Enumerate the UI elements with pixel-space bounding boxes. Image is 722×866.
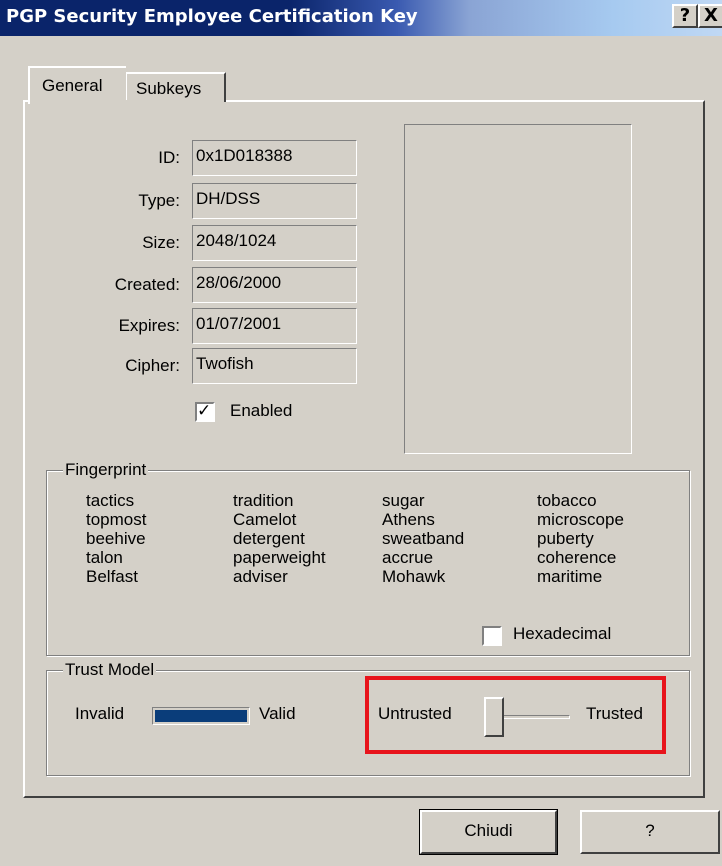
close-button[interactable]: Chiudi [419, 809, 558, 855]
fingerprint-word: puberty [537, 529, 594, 548]
title-bar[interactable]: PGP Security Employee Certification Key … [0, 0, 722, 36]
created-value[interactable]: 28/06/2000 [192, 267, 357, 303]
id-value[interactable]: 0x1D018388 [192, 140, 357, 176]
tab-join [126, 100, 128, 104]
fingerprint-word: coherence [537, 548, 617, 567]
fingerprint-word: adviser [233, 567, 288, 586]
fingerprint-word: detergent [233, 529, 305, 548]
type-value[interactable]: DH/DSS [192, 183, 357, 219]
expires-label: Expires: [118, 316, 180, 335]
size-value[interactable]: 2048/1024 [192, 225, 357, 261]
size-label: Size: [142, 233, 180, 252]
validity-invalid-label: Invalid [75, 704, 125, 723]
fingerprint-word: sweatband [382, 529, 465, 548]
fingerprint-word: accrue [382, 548, 434, 567]
fingerprint-word: paperweight [233, 548, 326, 567]
fingerprint-word: maritime [537, 567, 603, 586]
validity-bar [152, 707, 250, 725]
tab-general-label: General [42, 76, 103, 95]
expires-value[interactable]: 01/07/2001 [192, 308, 357, 344]
fingerprint-word: microscope [537, 510, 624, 529]
cipher-label: Cipher: [125, 356, 180, 375]
fingerprint-column: tradition Camelot detergent paperweight … [233, 491, 326, 586]
photo-id-area [404, 124, 632, 454]
validity-bar-fill [155, 710, 247, 722]
trust-model-title: Trust Model [63, 660, 157, 680]
fingerprint-word: tradition [233, 491, 294, 510]
fingerprint-column: tactics topmost beehive talon Belfast [86, 491, 146, 586]
type-label: Type: [138, 191, 180, 210]
fingerprint-word: topmost [86, 510, 147, 529]
fingerprint-word: beehive [86, 529, 146, 548]
enabled-label: Enabled [230, 401, 293, 420]
window-title: PGP Security Employee Certification Key [6, 6, 418, 27]
fingerprint-word: tactics [86, 491, 135, 510]
fingerprint-title: Fingerprint [63, 460, 149, 480]
tab-general[interactable]: General [28, 66, 126, 104]
fingerprint-column: sugar Athens sweatband accrue Mohawk [382, 491, 464, 586]
fingerprint-word: Camelot [233, 510, 297, 529]
tab-subkeys[interactable]: Subkeys [126, 72, 226, 102]
cipher-value[interactable]: Twofish [192, 348, 357, 384]
fingerprint-word: Athens [382, 510, 435, 529]
help-button[interactable]: ? [580, 810, 720, 854]
fingerprint-word: tobacco [537, 491, 597, 510]
fingerprint-word: Belfast [86, 567, 138, 586]
tab-subkeys-label: Subkeys [136, 79, 202, 98]
fingerprint-word: Mohawk [382, 567, 446, 586]
enabled-checkbox[interactable]: ✓ [195, 401, 215, 422]
created-label: Created: [114, 275, 180, 294]
hexadecimal-label: Hexadecimal [513, 624, 612, 643]
highlight-annotation [365, 676, 666, 754]
id-label: ID: [158, 148, 180, 167]
close-title-button[interactable]: X [698, 4, 722, 28]
fingerprint-column: tobacco microscope puberty coherence mar… [537, 491, 624, 586]
fingerprint-word: talon [86, 548, 123, 567]
hexadecimal-checkbox[interactable] [482, 626, 502, 646]
fingerprint-word: sugar [382, 491, 425, 510]
key-properties-dialog: PGP Security Employee Certification Key … [0, 0, 722, 866]
checkmark-icon: ✓ [197, 401, 212, 421]
help-title-button[interactable]: ? [672, 4, 698, 28]
validity-valid-label: Valid [259, 704, 296, 723]
